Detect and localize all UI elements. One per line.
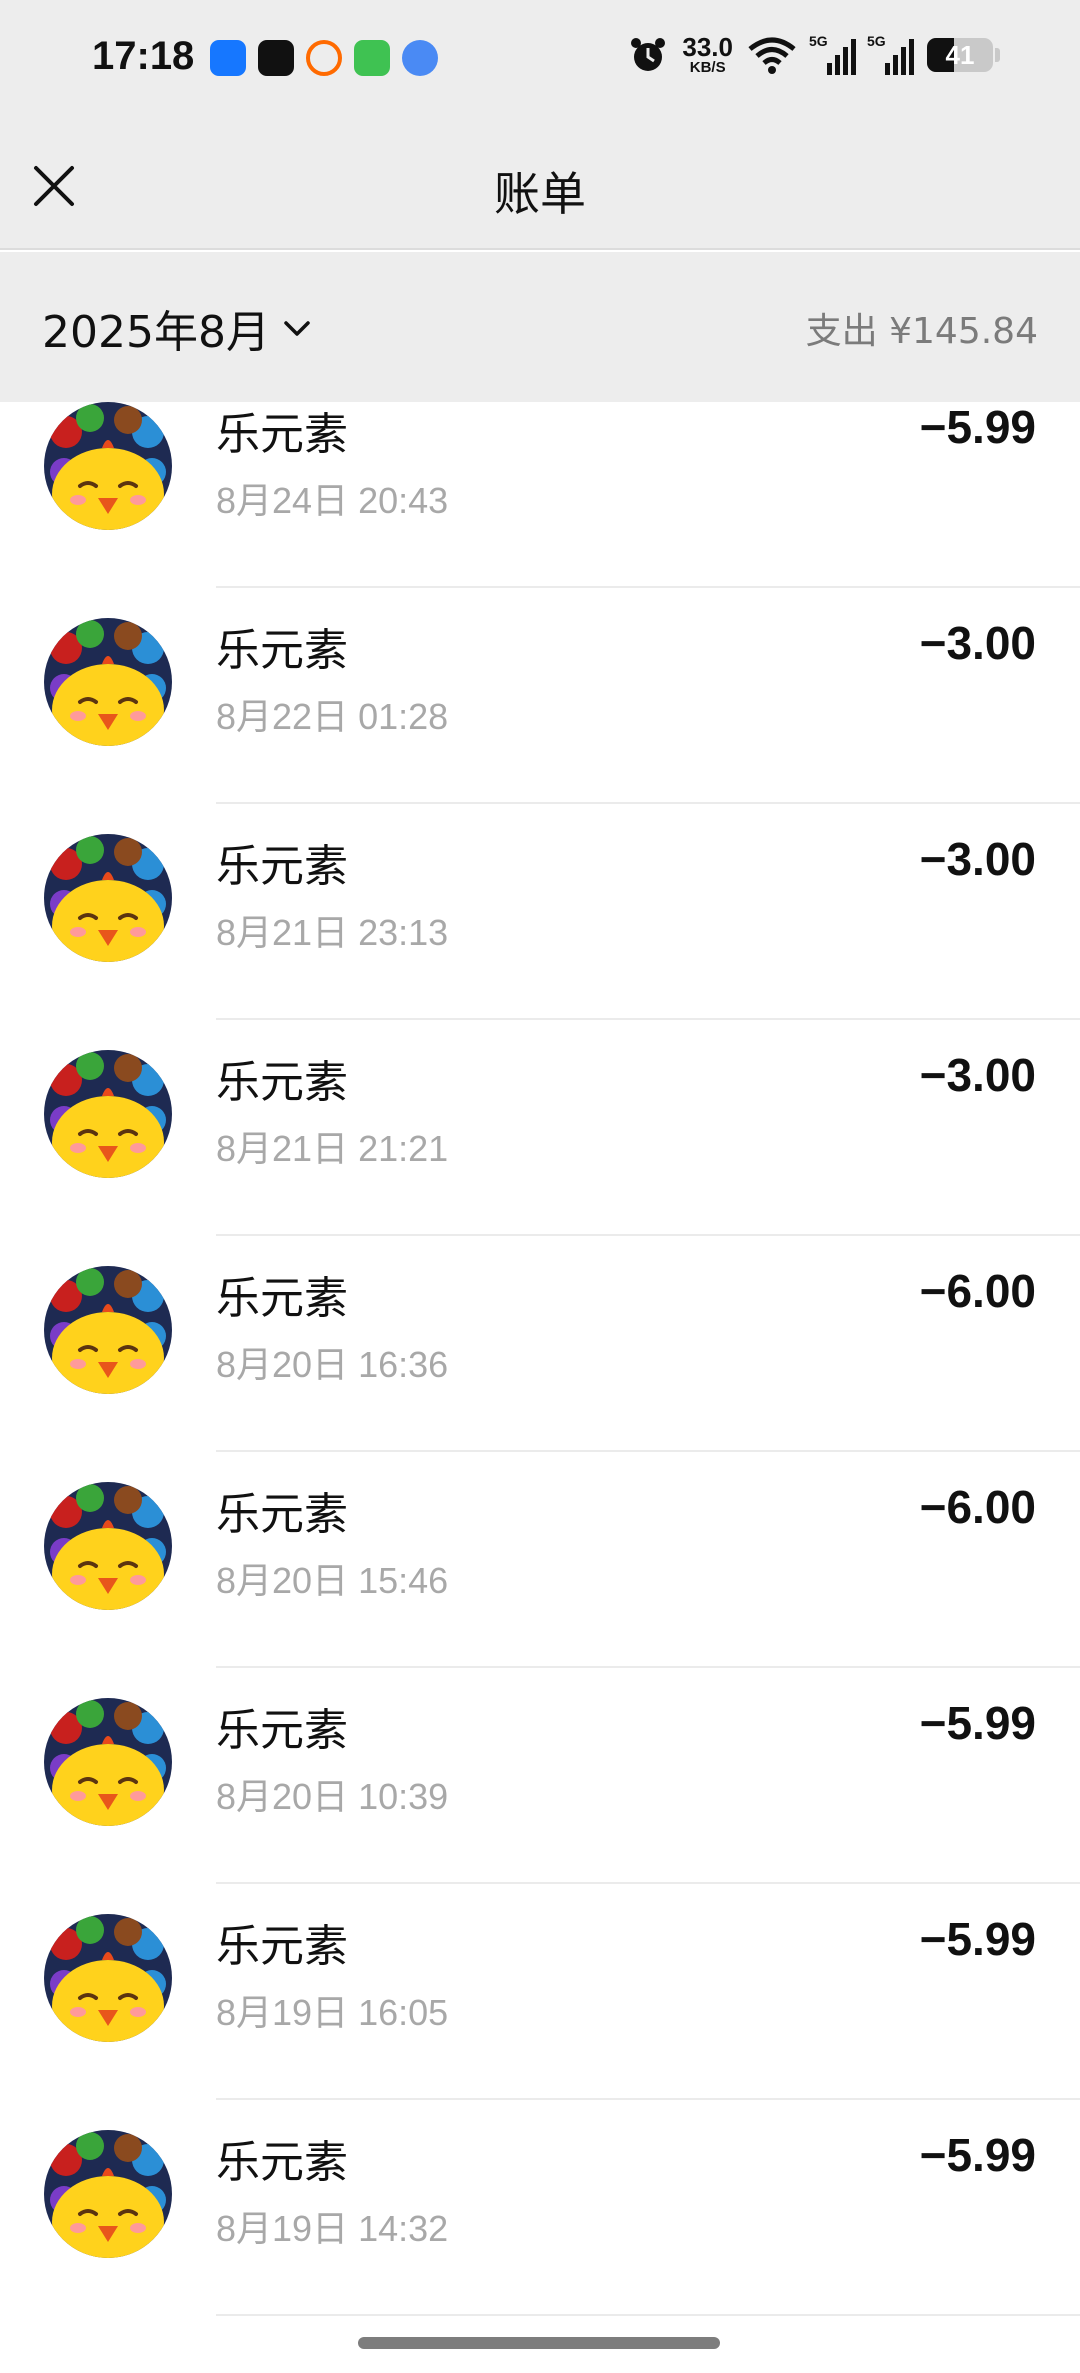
status-time: 17:18 (92, 34, 195, 78)
transaction-time: 8月20日 15:46 (216, 1560, 449, 1601)
transaction-time: 8月21日 23:13 (216, 912, 449, 953)
transaction-list-content: 乐元素 8月24日 20:43 −5.99 乐元素 8月22日 01:28 −3… (0, 402, 1080, 2316)
battery-tip (995, 47, 1000, 62)
transaction-time: 8月24日 20:43 (216, 480, 449, 521)
transaction-row[interactable]: 乐元素 8月22日 01:28 −3.00 (0, 588, 1080, 804)
transaction-time: 8月19日 14:32 (216, 2208, 449, 2249)
home-indicator[interactable] (358, 2337, 720, 2349)
transaction-row[interactable]: 乐元素 8月20日 15:46 −6.00 (0, 1452, 1080, 1668)
transaction-row[interactable]: 乐元素 8月21日 21:21 −3.00 (0, 1020, 1080, 1236)
chick-mascot-icon (44, 402, 172, 530)
merchant-name: 乐元素 (216, 1057, 348, 1108)
wifi-icon (748, 37, 796, 74)
transaction-row[interactable]: 乐元素 8月20日 10:39 −5.99 (0, 1668, 1080, 1884)
transaction-amount: −5.99 (919, 1913, 1036, 1965)
transaction-row[interactable]: 乐元素 8月24日 20:43 −5.99 (0, 402, 1080, 588)
merchant-name: 乐元素 (216, 2137, 348, 2188)
merchant-avatar (44, 1914, 172, 2042)
chick-mascot-icon (44, 834, 172, 962)
transaction-time: 8月20日 16:36 (216, 1344, 449, 1385)
notification-icons (210, 40, 438, 76)
chick-mascot-icon (44, 1698, 172, 1826)
transaction-time: 8月19日 16:05 (216, 1992, 449, 2033)
month-filter-bar: 2025年8月 支出 ¥145.84 (0, 252, 1080, 402)
merchant-avatar (44, 2130, 172, 2258)
chick-mascot-icon (44, 1914, 172, 2042)
merchant-avatar (44, 1698, 172, 1826)
chick-mascot-icon (44, 1482, 172, 1610)
chevron-down-icon (284, 321, 310, 336)
merchant-name: 乐元素 (216, 625, 348, 676)
transaction-amount: −5.99 (919, 1697, 1036, 1749)
network-speed-unit: KB/S (689, 59, 726, 76)
battery-percent: 41 (945, 39, 975, 70)
network-speed-value: 33.0 (682, 32, 733, 62)
row-divider (216, 2314, 1080, 2316)
signal-icon: 5G (809, 32, 856, 75)
month-label: 2025年8月 (42, 307, 270, 358)
chick-mascot-icon (44, 1266, 172, 1394)
merchant-avatar (44, 1266, 172, 1394)
transaction-row[interactable]: 乐元素 8月19日 14:32 −5.99 (0, 2100, 1080, 2316)
transaction-time: 8月20日 10:39 (216, 1776, 449, 1817)
merchant-avatar (44, 618, 172, 746)
merchant-name: 乐元素 (216, 1273, 348, 1324)
expense-summary: 支出 ¥145.84 (805, 311, 1038, 352)
merchant-name: 乐元素 (216, 1489, 348, 1540)
merchant-name: 乐元素 (216, 1921, 348, 1972)
app-notification-icon (210, 40, 246, 76)
merchant-name: 乐元素 (216, 841, 348, 892)
transaction-time: 8月21日 21:21 (216, 1128, 449, 1169)
transaction-time: 8月22日 01:28 (216, 696, 449, 737)
merchant-avatar (44, 402, 172, 530)
alarm-icon (631, 37, 666, 71)
battery-icon: 41 (927, 37, 993, 72)
transaction-row[interactable]: 乐元素 8月21日 23:13 −3.00 (0, 804, 1080, 1020)
nav-bar: 账单 (0, 120, 1080, 250)
merchant-avatar (44, 1050, 172, 1178)
signal-type-label: 5G (809, 32, 828, 49)
transaction-amount: −6.00 (919, 1265, 1036, 1317)
signal-type-label: 5G (867, 32, 886, 49)
signal-icon: 5G (867, 32, 914, 75)
merchant-avatar (44, 1482, 172, 1610)
transaction-amount: −3.00 (919, 1049, 1036, 1101)
app-notification-icon (306, 40, 342, 76)
status-bar: 17:18 33.0 KB/S 5G 5G 41 (0, 0, 1080, 120)
transaction-amount: −3.00 (919, 617, 1036, 669)
network-speed: 33.0 KB/S (682, 34, 733, 75)
transaction-amount: −6.00 (919, 1481, 1036, 1533)
transaction-amount: −5.99 (919, 402, 1036, 453)
month-selector[interactable]: 2025年8月 (42, 296, 314, 360)
chick-mascot-icon (44, 2130, 172, 2258)
app-notification-icon (258, 40, 294, 76)
transaction-row[interactable]: 乐元素 8月20日 16:36 −6.00 (0, 1236, 1080, 1452)
app-notification-icon (402, 40, 438, 76)
transaction-list[interactable]: 乐元素 8月24日 20:43 −5.99 乐元素 8月22日 01:28 −3… (0, 402, 1080, 2373)
merchant-avatar (44, 834, 172, 962)
merchant-name: 乐元素 (216, 1705, 348, 1756)
chick-mascot-icon (44, 618, 172, 746)
app-notification-icon (354, 40, 390, 76)
chick-mascot-icon (44, 1050, 172, 1178)
page-title: 账单 (494, 167, 586, 221)
merchant-name: 乐元素 (216, 409, 348, 460)
transaction-amount: −5.99 (919, 2129, 1036, 2181)
transaction-row[interactable]: 乐元素 8月19日 16:05 −5.99 (0, 1884, 1080, 2100)
transaction-amount: −3.00 (919, 833, 1036, 885)
status-indicators: 33.0 KB/S 5G 5G 41 (628, 32, 1000, 75)
